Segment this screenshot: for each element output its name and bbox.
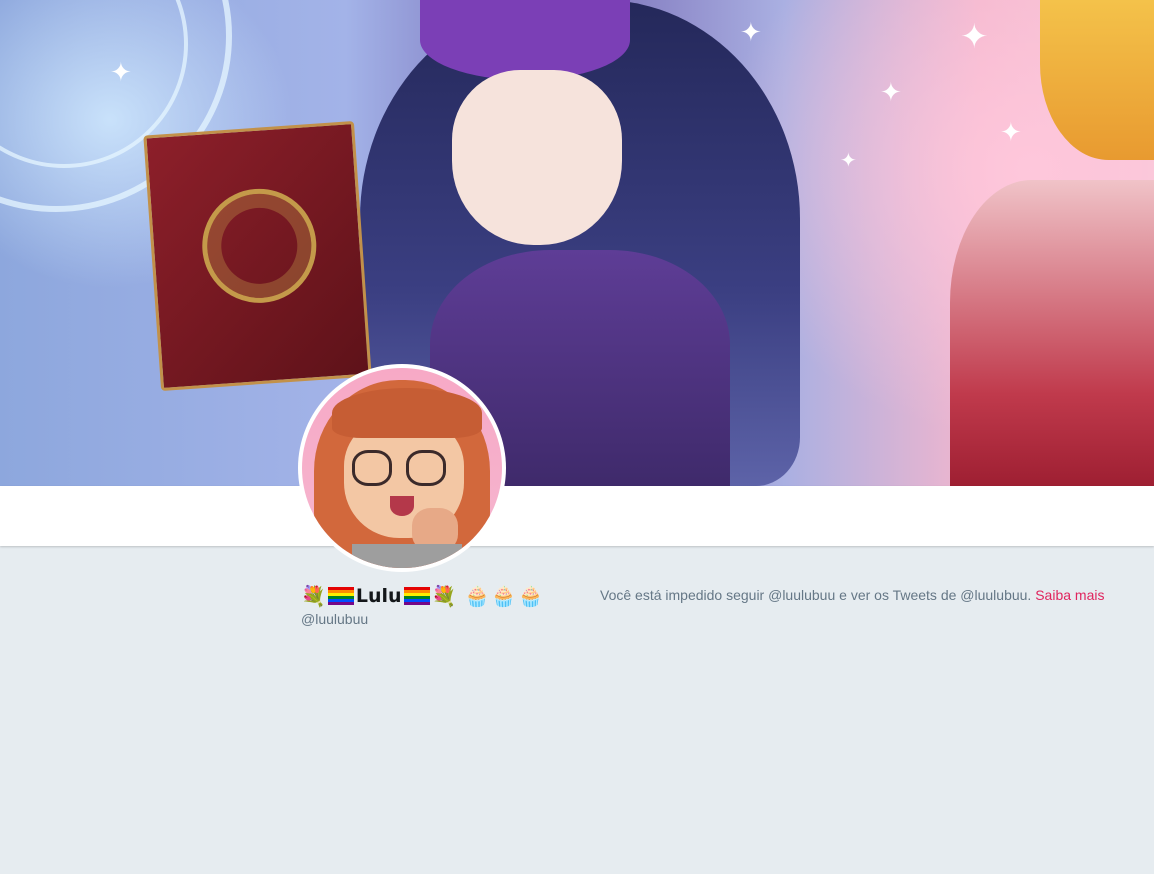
cupcake-icons: 🧁🧁🧁	[464, 584, 546, 608]
sparkle-icon: ✦	[110, 58, 132, 88]
sparkle-icon: ✦	[740, 18, 762, 48]
second-character-dress	[950, 180, 1154, 486]
learn-more-link[interactable]: Saiba mais	[1035, 587, 1104, 603]
blocked-notice-text: Você está impedido seguir @luulubuu e ve…	[600, 587, 1032, 603]
header-banner-image[interactable]: ✦ ✦ ✦ ✦ ✦ ✦	[0, 0, 1154, 486]
spellbook-illustration	[143, 120, 372, 392]
sparkle-icon: ✦	[1000, 118, 1022, 148]
bouquet-icon: 💐	[301, 584, 326, 608]
profile-display-name[interactable]: 💐 Lulu 💐 🧁🧁🧁	[301, 582, 545, 610]
blocked-notice: Você está impedido seguir @luulubuu e ve…	[600, 587, 1104, 603]
glasses-right-lens	[406, 450, 446, 486]
character-face	[452, 70, 622, 245]
character-bow	[420, 0, 630, 80]
rainbow-flag-icon	[327, 587, 354, 605]
avatar-mouth	[390, 496, 414, 516]
avatar-bangs	[332, 388, 482, 438]
avatar-image	[302, 368, 502, 568]
bouquet-icon: 💐	[431, 584, 457, 608]
book-seal-icon	[198, 185, 321, 307]
sparkle-icon: ✦	[960, 17, 989, 57]
sparkle-icon: ✦	[880, 78, 902, 108]
avatar[interactable]	[298, 364, 506, 572]
avatar-shirt	[352, 544, 462, 568]
second-character-hair	[1040, 0, 1154, 160]
rainbow-flag-icon	[403, 587, 430, 605]
sparkle-icon: ✦	[840, 148, 857, 172]
profile-nav-bar	[0, 486, 1154, 546]
display-name-text: Lulu	[355, 585, 402, 607]
profile-handle[interactable]: @luulubuu	[301, 611, 368, 627]
profile-page: ✦ ✦ ✦ ✦ ✦ ✦ 💐 Lulu 💐 🧁🧁🧁 @luulubuu Você …	[0, 0, 1154, 874]
glasses-left-lens	[352, 450, 392, 486]
